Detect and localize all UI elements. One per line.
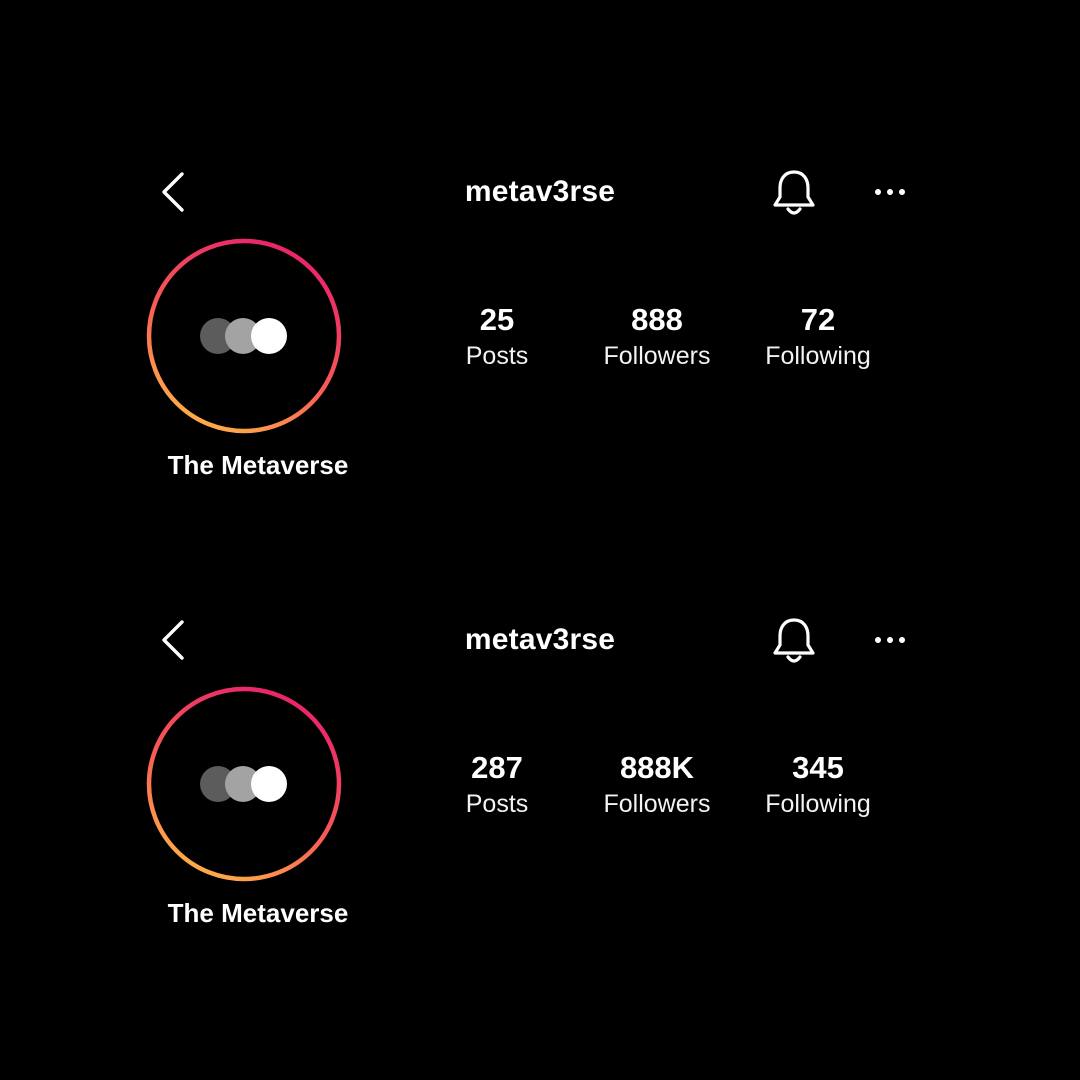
following-count: 72 (800, 302, 836, 337)
three-circles-logo (200, 318, 287, 354)
username-title: metav3rse (464, 175, 616, 208)
followers-label: Followers (603, 342, 711, 370)
followers-count: 888K (619, 750, 695, 785)
more-horizontal-icon[interactable] (868, 177, 912, 207)
followers-count: 888 (631, 302, 683, 337)
bell-icon[interactable] (770, 615, 818, 667)
followers-stat[interactable]: 888K Followers (572, 750, 742, 822)
three-circles-logo (200, 766, 287, 802)
bell-icon[interactable] (770, 167, 818, 219)
more-horizontal-icon[interactable] (868, 625, 912, 655)
profile-header: metav3rse The Metaverse 287 Posts 888K F… (0, 613, 1080, 953)
following-count: 345 (792, 750, 844, 785)
avatar[interactable] (146, 686, 342, 882)
posts-count: 287 (471, 750, 523, 785)
posts-stat[interactable]: 287 Posts (412, 750, 582, 822)
posts-label: Posts (465, 790, 529, 818)
avatar[interactable] (146, 238, 342, 434)
chevron-left-icon[interactable] (156, 169, 192, 215)
display-name: The Metaverse (167, 898, 349, 928)
posts-label: Posts (465, 342, 529, 370)
following-stat[interactable]: 345 Following (733, 750, 903, 822)
username-title: metav3rse (464, 623, 616, 656)
followers-label: Followers (603, 790, 711, 818)
following-label: Following (765, 790, 871, 818)
posts-stat[interactable]: 25 Posts (412, 302, 582, 374)
profile-header: metav3rse The Metaverse 25 Posts 888 Fol… (0, 165, 1080, 505)
following-label: Following (765, 342, 871, 370)
followers-stat[interactable]: 888 Followers (572, 302, 742, 374)
posts-count: 25 (479, 302, 515, 337)
display-name: The Metaverse (167, 450, 349, 480)
chevron-left-icon[interactable] (156, 617, 192, 663)
following-stat[interactable]: 72 Following (733, 302, 903, 374)
